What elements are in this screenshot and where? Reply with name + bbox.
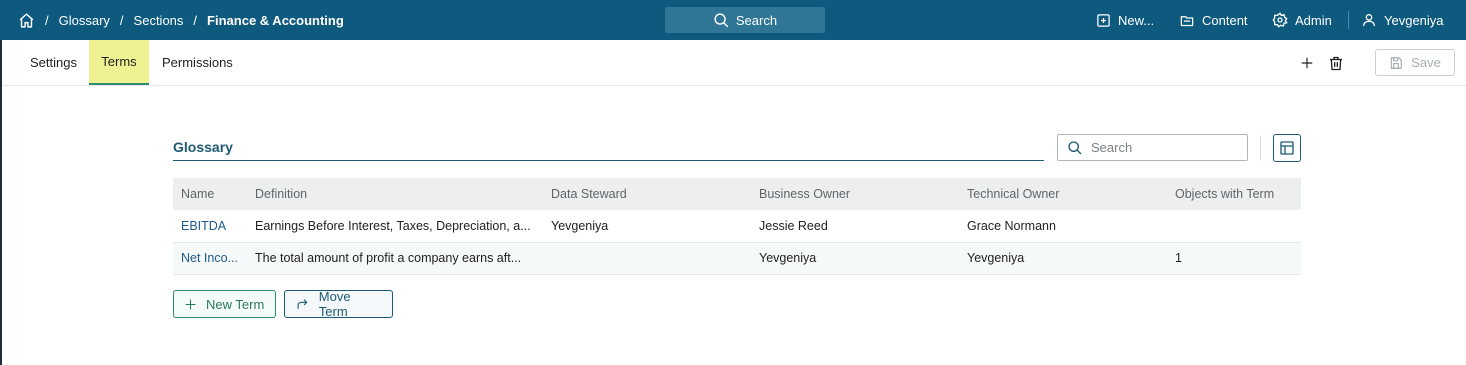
user-icon — [1363, 14, 1375, 27]
top-nav-bar: / Glossary / Sections / Finance & Accoun… — [0, 0, 1466, 40]
term-definition: The total amount of profit a company ear… — [247, 242, 543, 275]
column-header-definition[interactable]: Definition — [247, 178, 543, 210]
new-menu[interactable]: New... — [1096, 0, 1154, 40]
column-header-business-owner[interactable]: Business Owner — [751, 178, 959, 210]
move-term-label: Move Term — [318, 289, 351, 319]
section-title-underline — [173, 160, 1044, 161]
column-layout-button[interactable] — [1273, 134, 1301, 162]
delete-button[interactable] — [1326, 53, 1346, 73]
term-data-steward: Yevgeniya — [543, 210, 751, 243]
table-header-row: Name Definition Data Steward Business Ow… — [173, 178, 1301, 210]
term-name-link[interactable]: Net Inco... — [173, 242, 247, 275]
table-row[interactable]: Net Inco... The total amount of profit a… — [173, 242, 1301, 275]
folder-icon — [1180, 15, 1194, 26]
admin-menu[interactable]: Admin — [1272, 0, 1332, 40]
tab-permissions[interactable]: Permissions — [150, 40, 245, 85]
new-menu-label: New... — [1118, 12, 1155, 28]
new-term-button[interactable]: New Term — [173, 290, 276, 318]
trash-icon — [1330, 56, 1342, 70]
save-button-label: Save — [1411, 55, 1441, 70]
term-objects-count — [1167, 210, 1301, 243]
redo-arrow-icon — [297, 298, 308, 309]
gear-icon — [1272, 12, 1288, 28]
breadcrumb-separator: / — [119, 12, 124, 28]
section-title: Glossary — [173, 139, 233, 155]
column-header-data-steward[interactable]: Data Steward — [543, 178, 751, 210]
term-business-owner: Jessie Reed — [751, 210, 959, 243]
save-button[interactable]: Save — [1375, 49, 1455, 76]
new-term-label: New Term — [206, 296, 265, 312]
breadcrumb-separator: / — [45, 12, 49, 28]
home-icon[interactable] — [18, 12, 35, 29]
nav-divider — [1348, 11, 1349, 29]
grid-search-box[interactable] — [1057, 134, 1248, 161]
grid-search-input[interactable] — [1091, 140, 1241, 155]
column-header-name[interactable]: Name — [173, 178, 247, 210]
toolbar-divider — [1260, 136, 1261, 160]
save-icon — [1390, 56, 1403, 69]
user-menu-label: Yevgeniya — [1384, 12, 1444, 28]
term-name-link[interactable]: EBITDA — [173, 210, 247, 243]
breadcrumb-current: Finance & Accounting — [207, 12, 344, 28]
term-business-owner: Yevgeniya — [751, 242, 959, 275]
tab-terms[interactable]: Terms — [89, 40, 149, 85]
breadcrumb-separator: / — [193, 12, 198, 28]
term-objects-count: 1 — [1167, 242, 1301, 275]
global-search-button[interactable]: Search — [665, 7, 825, 33]
table-row[interactable]: EBITDA Earnings Before Interest, Taxes, … — [173, 210, 1301, 243]
term-technical-owner: Yevgeniya — [959, 242, 1167, 275]
breadcrumb-glossary[interactable]: Glossary — [59, 13, 110, 28]
search-icon — [1068, 140, 1082, 154]
add-button[interactable] — [1297, 53, 1317, 73]
user-menu[interactable]: Yevgeniya — [1361, 0, 1444, 40]
tab-settings[interactable]: Settings — [18, 40, 89, 85]
terms-table: Name Definition Data Steward Business Ow… — [173, 178, 1301, 275]
layout-icon — [1280, 141, 1294, 155]
column-header-objects-with-term[interactable]: Objects with Term — [1167, 178, 1301, 210]
term-technical-owner: Grace Normann — [959, 210, 1167, 243]
content-menu[interactable]: Content — [1179, 0, 1248, 40]
content-menu-label: Content — [1202, 12, 1248, 28]
plus-square-icon — [1097, 13, 1110, 27]
move-term-button[interactable]: Move Term — [284, 289, 393, 319]
breadcrumb-sections[interactable]: Sections — [134, 13, 184, 28]
tab-bar: Settings Terms Permissions Save — [2, 40, 1466, 86]
term-definition: Earnings Before Interest, Taxes, Depreci… — [247, 210, 543, 243]
plus-icon — [1301, 57, 1313, 69]
column-header-technical-owner[interactable]: Technical Owner — [959, 178, 1167, 210]
term-data-steward — [543, 242, 751, 275]
admin-menu-label: Admin — [1295, 12, 1332, 28]
global-search-label: Search — [735, 12, 778, 28]
search-icon — [714, 12, 729, 27]
plus-icon — [185, 299, 196, 309]
breadcrumb: / Glossary / Sections / Finance & Accoun… — [18, 0, 344, 40]
